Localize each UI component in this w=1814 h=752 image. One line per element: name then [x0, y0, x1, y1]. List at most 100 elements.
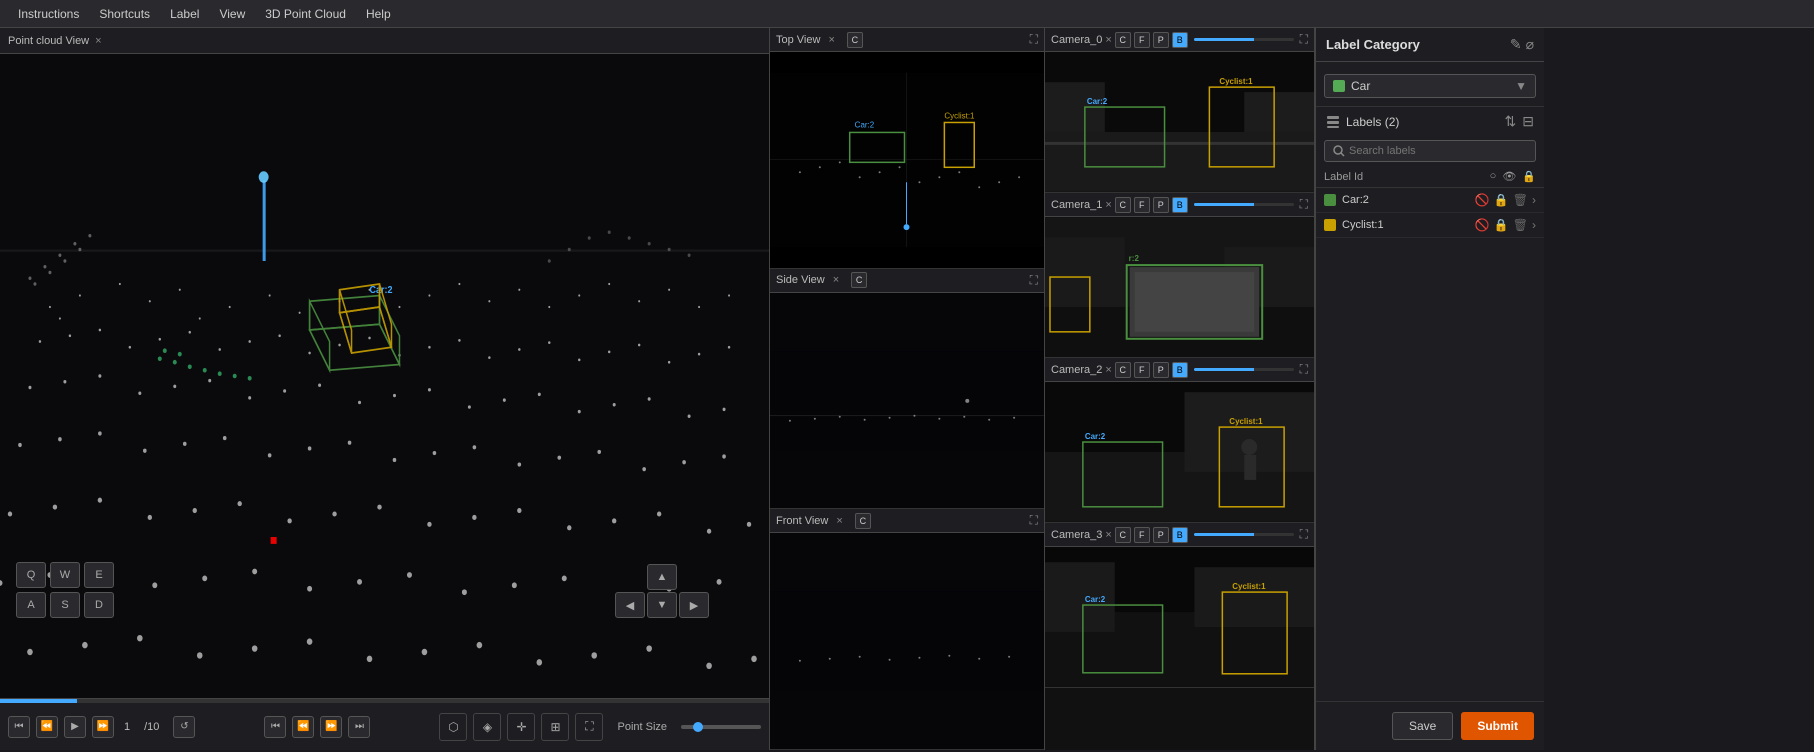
label-car2-eye-off[interactable]: 🚫 — [1475, 193, 1490, 207]
labels-sort-icon[interactable]: ⇅ — [1505, 113, 1517, 130]
label-cyclist1-delete[interactable]: 🗑 — [1513, 218, 1528, 232]
panel-edit-icon[interactable]: ✎ — [1510, 36, 1522, 53]
tool-move[interactable]: ✛ — [507, 713, 535, 741]
pointcloud-close-btn[interactable]: × — [95, 35, 101, 47]
label-car2-delete[interactable]: 🗑 — [1513, 193, 1528, 207]
camera-1-content[interactable]: r:2 — [1045, 217, 1314, 357]
camera-1-expand[interactable]: ⛶ — [1300, 197, 1308, 212]
camera-2-expand[interactable]: ⛶ — [1300, 362, 1308, 377]
top-view-expand[interactable]: ⛶ — [1030, 32, 1038, 47]
side-view-content[interactable] — [770, 293, 1044, 509]
top-view-content[interactable]: Car:2 Cyclist:1 — [770, 52, 1044, 268]
camera-3-close[interactable]: × — [1105, 529, 1111, 541]
playback-first[interactable]: ⏮ — [8, 716, 30, 738]
tool-cube[interactable]: ⬡ — [439, 713, 467, 741]
label-cyclist1-expand[interactable]: › — [1532, 218, 1536, 232]
labels-filter-icon[interactable]: ⊟ — [1522, 113, 1534, 130]
progress-bar[interactable] — [0, 699, 769, 703]
top-view-c-btn[interactable]: C — [847, 32, 863, 48]
key-d[interactable]: D — [84, 592, 114, 618]
playback-step-prev[interactable]: ⏪ — [292, 716, 314, 738]
camera-3-expand[interactable]: ⛶ — [1300, 527, 1308, 542]
menu-shortcuts[interactable]: Shortcuts — [89, 3, 160, 25]
key-e[interactable]: E — [84, 562, 114, 588]
front-view-expand[interactable]: ⛶ — [1030, 513, 1038, 528]
label-id-lock-icon[interactable]: 🔒 — [1522, 170, 1536, 183]
arrow-up-btn[interactable]: ▲ — [647, 564, 677, 590]
side-view-expand[interactable]: ⛶ — [1030, 273, 1038, 288]
menu-help[interactable]: Help — [356, 3, 401, 25]
key-w[interactable]: W — [50, 562, 80, 588]
camera-2-slider[interactable] — [1194, 368, 1294, 371]
label-car2-lock[interactable]: 🔒 — [1494, 193, 1509, 207]
save-button[interactable]: Save — [1392, 712, 1453, 740]
camera-3-p-btn[interactable]: P — [1153, 527, 1169, 543]
camera-1-f-btn[interactable]: F — [1134, 197, 1150, 213]
key-s[interactable]: S — [50, 592, 80, 618]
camera-2-content[interactable]: Car:2 Cyclist:1 — [1045, 382, 1314, 522]
tool-transform[interactable]: ⊞ — [541, 713, 569, 741]
label-cyclist1-lock[interactable]: 🔒 — [1494, 218, 1509, 232]
menu-instructions[interactable]: Instructions — [8, 3, 89, 25]
menu-3dpointcloud[interactable]: 3D Point Cloud — [255, 3, 356, 25]
camera-3-slider[interactable] — [1194, 533, 1294, 536]
side-view-c-btn[interactable]: C — [851, 272, 867, 288]
arrow-left-btn[interactable]: ◀ — [615, 592, 645, 618]
tool-fullscreen[interactable]: ⛶ — [575, 713, 603, 741]
camera-0-slider[interactable] — [1194, 38, 1294, 41]
key-a[interactable]: A — [16, 592, 46, 618]
menu-view[interactable]: View — [209, 3, 255, 25]
camera-0-close[interactable]: × — [1105, 34, 1111, 46]
playback-refresh[interactable]: ↺ — [173, 716, 195, 738]
camera-0-c-btn[interactable]: C — [1115, 32, 1131, 48]
camera-1-b-btn[interactable]: B — [1172, 197, 1188, 213]
label-car2-expand[interactable]: › — [1532, 193, 1536, 207]
menu-label[interactable]: Label — [160, 3, 209, 25]
camera-1-c-btn[interactable]: C — [1115, 197, 1131, 213]
category-dropdown[interactable]: Car ▼ — [1324, 74, 1536, 98]
point-size-slider[interactable] — [681, 725, 761, 729]
camera-0-expand[interactable]: ⛶ — [1300, 32, 1308, 47]
arrow-right-btn[interactable]: ▶ — [679, 592, 709, 618]
label-item-car2[interactable]: Car:2 🚫 🔒 🗑 › — [1316, 188, 1544, 213]
label-item-cyclist1[interactable]: Cyclist:1 🚫 🔒 🗑 › — [1316, 213, 1544, 238]
camera-2-f-btn[interactable]: F — [1134, 362, 1150, 378]
camera-2-close[interactable]: × — [1105, 364, 1111, 376]
label-id-circle-icon[interactable]: ○ — [1490, 170, 1497, 183]
search-input[interactable] — [1349, 145, 1527, 157]
camera-2-p-btn[interactable]: P — [1153, 362, 1169, 378]
playback-prev[interactable]: ⏪ — [36, 716, 58, 738]
front-view-c-btn[interactable]: C — [855, 513, 871, 529]
label-id-eye-icon[interactable]: 👁 — [1502, 170, 1516, 183]
tool-select[interactable]: ◈ — [473, 713, 501, 741]
side-view-close[interactable]: × — [833, 274, 839, 286]
playback-step-next[interactable]: ⏩ — [320, 716, 342, 738]
panel-tag-icon[interactable]: ⌀ — [1526, 36, 1534, 53]
front-view-close[interactable]: × — [836, 515, 842, 527]
arrow-down-btn[interactable]: ▼ — [647, 592, 677, 618]
camera-2-c-btn[interactable]: C — [1115, 362, 1131, 378]
playback-skip-prev[interactable]: ⏮ — [264, 716, 286, 738]
playback-skip-next[interactable]: ⏭ — [348, 716, 370, 738]
camera-1-close[interactable]: × — [1105, 199, 1111, 211]
camera-1-p-btn[interactable]: P — [1153, 197, 1169, 213]
label-cyclist1-eye-off[interactable]: 🚫 — [1475, 218, 1490, 232]
camera-0-p-btn[interactable]: P — [1153, 32, 1169, 48]
playback-next[interactable]: ⏩ — [92, 716, 114, 738]
camera-0-content[interactable]: Car:2 Cyclist:1 — [1045, 52, 1314, 192]
playback-play[interactable]: ▶ — [64, 716, 86, 738]
top-view-close[interactable]: × — [828, 34, 834, 46]
front-view-content[interactable] — [770, 533, 1044, 749]
camera-3-f-btn[interactable]: F — [1134, 527, 1150, 543]
camera-3-b-btn[interactable]: B — [1172, 527, 1188, 543]
camera-1-slider[interactable] — [1194, 203, 1294, 206]
submit-button[interactable]: Submit — [1461, 712, 1534, 740]
camera-0-f-btn[interactable]: F — [1134, 32, 1150, 48]
key-q[interactable]: Q — [16, 562, 46, 588]
camera-2-b-btn[interactable]: B — [1172, 362, 1188, 378]
camera-0-b-btn[interactable]: B — [1172, 32, 1188, 48]
pointcloud-content[interactable]: Car:2 Q W E A — [0, 54, 769, 698]
camera-3-content[interactable]: Car:2 Cyclist:1 — [1045, 547, 1314, 687]
camera-3-c-btn[interactable]: C — [1115, 527, 1131, 543]
nav-keys-row1: Q W E — [16, 562, 114, 588]
